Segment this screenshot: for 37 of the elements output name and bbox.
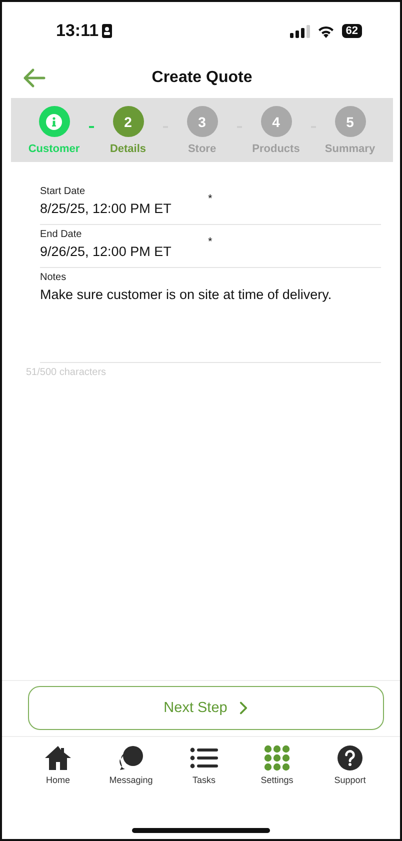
signal-icon: [290, 24, 310, 38]
tab-item[interactable]: Settings: [245, 745, 309, 785]
back-arrow-icon: [22, 68, 46, 88]
wifi-icon: [316, 24, 335, 38]
input-field[interactable]: Start Date 8/25/25, 12:00 PM ET *: [40, 182, 381, 225]
info-icon: [46, 114, 62, 130]
back-button[interactable]: [22, 68, 48, 88]
tab-item[interactable]: Messaging: [99, 745, 163, 785]
help-icon: [336, 745, 364, 771]
field-label: Notes: [40, 272, 66, 283]
tab-item[interactable]: Home: [26, 745, 90, 785]
input-field[interactable]: Notes Make sure customer is on site at time of delivery.: [40, 268, 381, 363]
tab-item[interactable]: Support: [318, 745, 382, 785]
step-label: Customer: [28, 143, 80, 155]
list-icon: [190, 745, 218, 771]
chevron-right-icon: [239, 701, 248, 715]
home-icon: [44, 745, 72, 771]
required-mark: *: [208, 236, 212, 248]
field-label: End Date: [40, 229, 82, 240]
contact-card-icon: [102, 24, 112, 38]
field-value: Make sure customer is on site at time of delivery.: [40, 287, 332, 302]
tab-item[interactable]: Tasks: [172, 745, 236, 785]
status-time: 13:11: [56, 21, 99, 41]
field-label: Start Date: [40, 186, 86, 197]
dot-grid-icon: [263, 745, 291, 771]
step-circle[interactable]: [38, 106, 70, 137]
required-mark: *: [208, 193, 212, 205]
step-label: Details: [110, 143, 146, 155]
step-label: Products: [252, 143, 300, 155]
input-field[interactable]: End Date 9/26/25, 12:00 PM ET *: [40, 225, 381, 268]
field-value: 8/25/25, 12:00 PM ET: [40, 201, 172, 216]
page-title: Create Quote: [150, 69, 254, 87]
step-label: Summary: [324, 143, 376, 155]
battery-indicator: 62: [342, 24, 362, 38]
chat-bubbles-icon: [117, 745, 145, 771]
field-value: 9/26/25, 12:00 PM ET: [40, 244, 172, 259]
step-label: Store: [188, 143, 216, 155]
